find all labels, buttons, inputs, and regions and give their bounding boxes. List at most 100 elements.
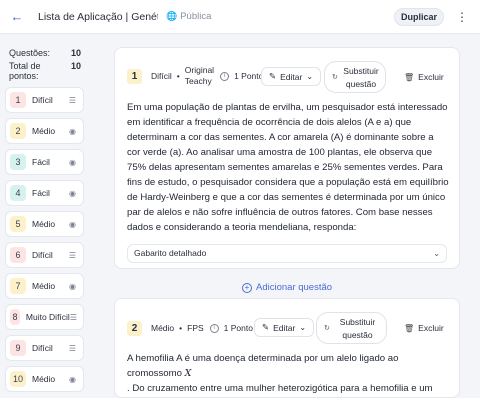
question-number: 9: [10, 340, 26, 356]
delete-label: Excluir: [418, 72, 444, 82]
add-question-button[interactable]: + Adicionar questão: [242, 282, 332, 293]
chevron-down-icon: ⌄: [299, 323, 307, 332]
trash-icon: 🗑: [404, 323, 415, 333]
question-number: 8: [10, 309, 20, 325]
question-number: 5: [10, 216, 26, 232]
edit-button[interactable]: ✎ Editar ⌄: [261, 67, 322, 86]
answer-key-dropdown[interactable]: Gabarito detalhado ⌄: [127, 244, 447, 263]
sidebar-item-question-4[interactable]: 4 Fácil ◉: [5, 180, 84, 206]
difficulty-label: Médio: [32, 374, 56, 384]
source-label: FPS: [187, 323, 204, 333]
sidebar-item-question-1[interactable]: 1 Difícil ☰: [5, 87, 84, 113]
lines-icon: ☰: [68, 95, 77, 105]
source-line-2: Teachy: [184, 76, 212, 86]
delete-button[interactable]: 🗑 Excluir: [404, 72, 444, 82]
difficulty-label: Difícil: [32, 95, 53, 105]
page-title: Lista de Aplicação | Genéti...: [38, 11, 158, 23]
question-number: 1: [10, 92, 26, 108]
pencil-icon: ✎: [262, 322, 270, 332]
globe-icon: 🌐: [166, 11, 178, 21]
question-text: A hemofilia A é uma doença determinada p…: [127, 351, 449, 396]
difficulty-label: Médio: [151, 323, 175, 333]
trash-icon: 🗑: [404, 72, 415, 82]
radio-icon: ◉: [69, 188, 76, 198]
question-number: 2: [10, 123, 26, 139]
chromosome-variable: X: [184, 368, 192, 379]
source-label: Original Teachy: [185, 65, 214, 87]
substitute-button[interactable]: ↻ Substituir questão: [324, 61, 386, 93]
difficulty-label: Médio: [32, 126, 56, 136]
question-text-part-2: . Do cruzamento entre uma mulher heteroz…: [127, 383, 433, 394]
lines-icon: ☰: [68, 343, 77, 353]
answer-key-label: Gabarito detalhado: [134, 248, 207, 258]
arrow-left-icon[interactable]: ←: [9, 9, 25, 25]
difficulty-label: Médio: [32, 281, 56, 291]
questions-label: Questões:: [9, 48, 51, 58]
question-number: 4: [10, 185, 26, 201]
question-header: 2 Médio • FPS i 1 Ponto: [127, 316, 253, 340]
difficulty-label: Fácil: [32, 157, 50, 167]
radio-icon: ◉: [69, 374, 76, 384]
difficulty-label: Difícil: [32, 250, 53, 260]
questions-count: 10: [70, 48, 81, 58]
points-label: 1 Ponto: [234, 71, 264, 81]
sidebar-item-question-9[interactable]: 9 Difícil ☰: [5, 335, 84, 361]
question-header: 1 Difícil • Original Teachy i 1 Ponto: [127, 64, 263, 88]
sidebar-item-question-5[interactable]: 5 Médio ◉: [5, 211, 84, 237]
sidebar-item-question-8[interactable]: 8 Muito Difícil ☰: [5, 304, 84, 330]
radio-icon: ◉: [69, 219, 76, 229]
difficulty-label: Fácil: [32, 188, 50, 198]
question-text: Em uma população de plantas de ervilha, …: [127, 102, 449, 233]
question-number-badge: 1: [127, 68, 142, 84]
points-stat: Total de pontos: 10: [9, 61, 81, 81]
plus-circle-icon: +: [242, 282, 252, 293]
lines-icon: ☰: [69, 312, 77, 322]
duplicate-button[interactable]: Duplicar: [394, 8, 444, 26]
question-number: 6: [10, 247, 26, 263]
question-card-2: 2 Médio • FPS i 1 Ponto ✎ Editar ⌄ ↻ Sub…: [114, 298, 460, 398]
pencil-icon: ✎: [269, 71, 277, 81]
question-number: 10: [10, 371, 26, 387]
sidebar-item-question-6[interactable]: 6 Difícil ☰: [5, 242, 84, 268]
radio-icon: ◉: [69, 281, 76, 291]
chevron-down-icon: ⌄: [433, 249, 440, 258]
kebab-menu-icon[interactable]: ⋮: [456, 9, 468, 25]
question-card-1: 1 Difícil • Original Teachy i 1 Ponto ✎ …: [114, 47, 460, 269]
questions-stat: Questões: 10: [9, 48, 81, 58]
info-icon[interactable]: i: [220, 71, 230, 81]
refresh-icon: ↻: [332, 74, 338, 81]
sidebar-item-question-7[interactable]: 7 Médio ◉: [5, 273, 84, 299]
edit-label: Editar: [273, 322, 296, 333]
question-text-part-1: A hemofilia A é uma doença determinada p…: [127, 353, 399, 379]
separator-dot: •: [179, 323, 183, 333]
source-line-1: Original: [184, 65, 215, 75]
points-count: 10: [70, 61, 81, 71]
question-number: 3: [10, 154, 26, 170]
difficulty-label: Difícil: [151, 71, 172, 81]
sidebar-item-question-3[interactable]: 3 Fácil ◉: [5, 149, 84, 175]
separator-dot: •: [176, 71, 180, 81]
lines-icon: ☰: [68, 250, 77, 260]
main-content: 1 Difícil • Original Teachy i 1 Ponto ✎ …: [100, 35, 480, 398]
points-label: 1 Ponto: [223, 323, 253, 333]
radio-icon: ◉: [69, 126, 76, 136]
question-number: 7: [10, 278, 26, 294]
sidebar-item-question-10[interactable]: 10 Médio ◉: [5, 366, 84, 392]
difficulty-label: Difícil: [32, 343, 53, 353]
substitute-button[interactable]: ↻ Substituir questão: [316, 312, 387, 344]
substitute-label: Substituir questão: [343, 66, 379, 89]
visibility-status: 🌐 Pública: [166, 11, 211, 22]
sidebar: Questões: 10 Total de pontos: 10 1 Difíc…: [0, 35, 92, 392]
edit-button[interactable]: ✎ Editar ⌄: [254, 318, 315, 337]
sidebar-item-question-2[interactable]: 2 Médio ◉: [5, 118, 84, 144]
delete-label: Excluir: [418, 323, 444, 333]
points-label: Total de pontos:: [9, 61, 41, 81]
info-icon[interactable]: i: [209, 323, 219, 333]
chevron-down-icon: ⌄: [306, 72, 314, 81]
delete-button[interactable]: 🗑 Excluir: [404, 323, 444, 333]
add-question-label: Adicionar questão: [256, 282, 333, 293]
edit-label: Editar: [280, 71, 303, 82]
top-bar: ← Lista de Aplicação | Genéti... 🌐 Públi…: [0, 0, 480, 34]
difficulty-label: Médio: [32, 219, 56, 229]
question-number-badge: 2: [127, 320, 142, 336]
